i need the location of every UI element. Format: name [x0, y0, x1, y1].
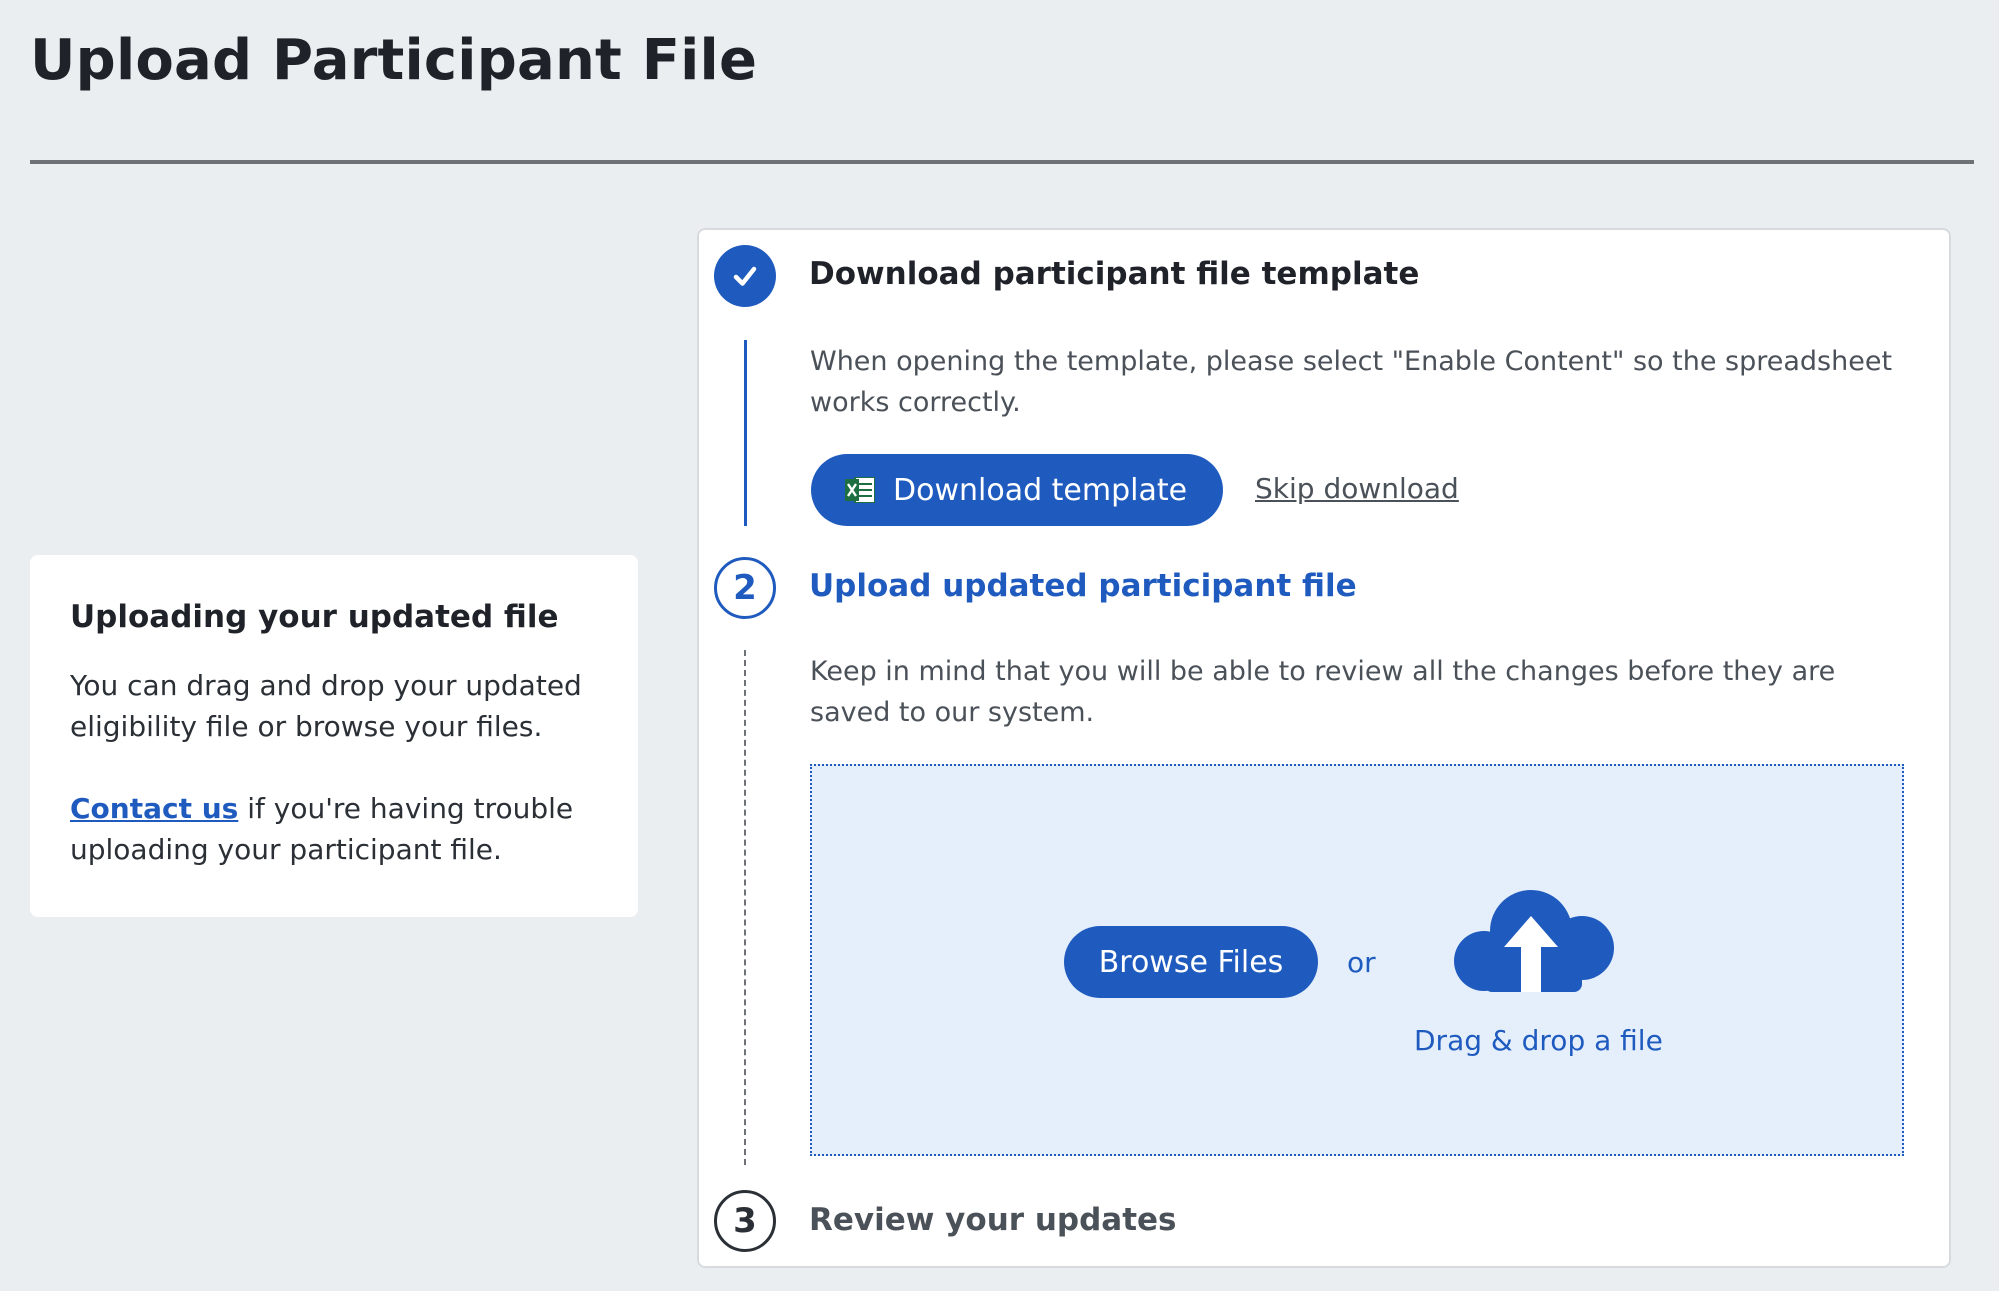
download-template-label: Download template [893, 472, 1188, 508]
step-1-description: When opening the template, please select… [810, 346, 1893, 418]
step-1-title: Download participant file template [809, 256, 1420, 292]
excel-icon [845, 477, 875, 503]
help-text: You can drag and drop your updated eligi… [70, 669, 582, 743]
drag-drop-label: Drag & drop a file [1414, 1024, 1663, 1057]
cloud-upload-icon [1454, 890, 1614, 992]
title-divider [30, 160, 1974, 164]
step-3-title: Review your updates [809, 1202, 1177, 1238]
or-separator: or [1347, 946, 1376, 979]
help-title: Uploading your updated file [70, 599, 559, 635]
browse-files-button[interactable]: Browse Files [1064, 926, 1318, 998]
step-connector-pending [744, 650, 746, 1165]
help-contact-text: Contact us if you're having trouble uplo… [70, 788, 598, 870]
upload-stepper: Download participant file template When … [697, 228, 1951, 1268]
download-template-button[interactable]: Download template [811, 454, 1223, 526]
step-2-title: Upload updated participant file [809, 568, 1357, 604]
page-title: Upload Participant File [30, 28, 758, 93]
step-2-description: Keep in mind that you will be able to re… [810, 656, 1836, 728]
contact-us-link[interactable]: Contact us [70, 792, 238, 825]
step-2-indicator: 2 [714, 557, 776, 619]
step-3-indicator: 3 [714, 1190, 776, 1252]
step-1-complete-indicator [714, 245, 776, 307]
step-connector-complete [744, 340, 747, 526]
file-dropzone[interactable]: Browse Files or Drag & drop a file [810, 764, 1904, 1156]
help-card: Uploading your updated file You can drag… [30, 555, 638, 917]
skip-download-link[interactable]: Skip download [1255, 472, 1459, 505]
check-icon [733, 266, 757, 286]
